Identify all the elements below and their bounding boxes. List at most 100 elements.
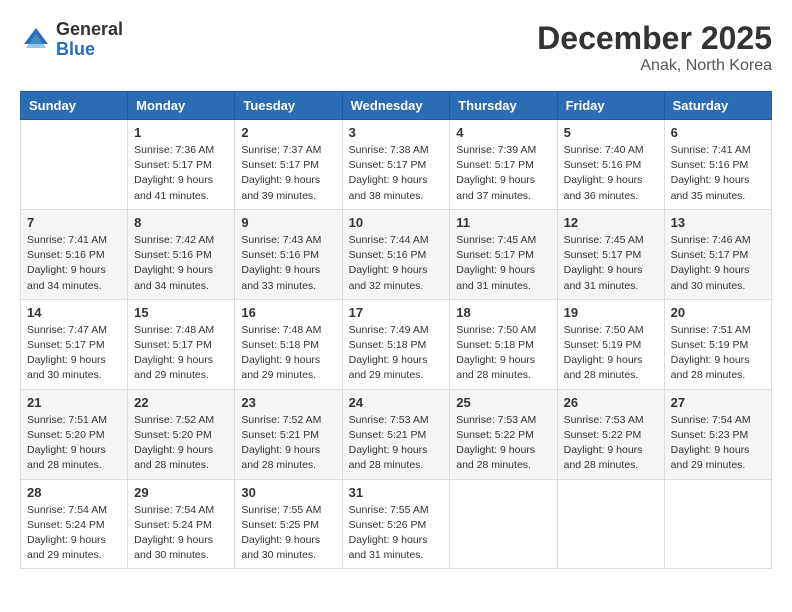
day-info: Sunrise: 7:53 AMSunset: 5:21 PMDaylight:… bbox=[349, 413, 444, 474]
calendar-week-row: 28 Sunrise: 7:54 AMSunset: 5:24 PMDayligh… bbox=[21, 479, 772, 569]
day-info: Sunrise: 7:37 AMSunset: 5:17 PMDaylight:… bbox=[241, 143, 335, 204]
day-info: Sunrise: 7:40 AMSunset: 5:16 PMDaylight:… bbox=[564, 143, 658, 204]
day-info: Sunrise: 7:53 AMSunset: 5:22 PMDaylight:… bbox=[456, 413, 550, 474]
calendar-cell: 12Sunrise: 7:45 AMSunset: 5:17 PMDayligh… bbox=[557, 209, 664, 299]
calendar-cell: 22 Sunrise: 7:52 AMSunset: 5:20 PMDayligh… bbox=[128, 389, 235, 479]
day-info: Sunrise: 7:50 AMSunset: 5:18 PMDaylight:… bbox=[456, 323, 550, 384]
calendar-cell: 3 Sunrise: 7:38 AMSunset: 5:17 PMDaylight… bbox=[342, 120, 450, 210]
day-number: 21 bbox=[27, 395, 121, 410]
calendar-cell: 8 Sunrise: 7:42 AMSunset: 5:16 PMDaylight… bbox=[128, 209, 235, 299]
weekday-header-thursday: Thursday bbox=[450, 92, 557, 120]
weekday-header-monday: Monday bbox=[128, 92, 235, 120]
day-info: Sunrise: 7:49 AMSunset: 5:18 PMDaylight:… bbox=[349, 323, 444, 384]
calendar-week-row: 1 Sunrise: 7:36 AMSunset: 5:17 PMDaylight… bbox=[21, 120, 772, 210]
calendar-cell: 16 Sunrise: 7:48 AMSunset: 5:18 PMDayligh… bbox=[235, 299, 342, 389]
logo-blue-text: Blue bbox=[56, 40, 123, 60]
logo-icon bbox=[20, 24, 52, 56]
calendar-cell: 28 Sunrise: 7:54 AMSunset: 5:24 PMDayligh… bbox=[21, 479, 128, 569]
calendar-cell: 31 Sunrise: 7:55 AMSunset: 5:26 PMDayligh… bbox=[342, 479, 450, 569]
calendar-cell: 1 Sunrise: 7:36 AMSunset: 5:17 PMDaylight… bbox=[128, 120, 235, 210]
day-info: Sunrise: 7:38 AMSunset: 5:17 PMDaylight:… bbox=[349, 143, 444, 204]
day-number: 4 bbox=[456, 125, 550, 140]
calendar-cell: 20Sunrise: 7:51 AMSunset: 5:19 PMDayligh… bbox=[664, 299, 771, 389]
calendar-cell: 21 Sunrise: 7:51 AMSunset: 5:20 PMDayligh… bbox=[21, 389, 128, 479]
calendar-cell bbox=[21, 120, 128, 210]
calendar-cell: 11 Sunrise: 7:45 AMSunset: 5:17 PMDayligh… bbox=[450, 209, 557, 299]
calendar-cell: 26 Sunrise: 7:53 AMSunset: 5:22 PMDayligh… bbox=[557, 389, 664, 479]
day-number: 9 bbox=[241, 215, 335, 230]
day-info: Sunrise: 7:55 AMSunset: 5:26 PMDaylight:… bbox=[349, 503, 444, 564]
day-info: Sunrise: 7:52 AMSunset: 5:20 PMDaylight:… bbox=[134, 413, 228, 474]
day-number: 28 bbox=[27, 485, 121, 500]
calendar-cell bbox=[450, 479, 557, 569]
day-number: 27 bbox=[671, 395, 765, 410]
day-info: Sunrise: 7:48 AMSunset: 5:18 PMDaylight:… bbox=[241, 323, 335, 384]
calendar-cell: 29 Sunrise: 7:54 AMSunset: 5:24 PMDayligh… bbox=[128, 479, 235, 569]
calendar-week-row: 14 Sunrise: 7:47 AMSunset: 5:17 PMDayligh… bbox=[21, 299, 772, 389]
day-number: 29 bbox=[134, 485, 228, 500]
day-number: 30 bbox=[241, 485, 335, 500]
calendar-cell: 30 Sunrise: 7:55 AMSunset: 5:25 PMDayligh… bbox=[235, 479, 342, 569]
day-info: Sunrise: 7:42 AMSunset: 5:16 PMDaylight:… bbox=[134, 233, 228, 294]
day-number: 7 bbox=[27, 215, 121, 230]
day-number: 18 bbox=[456, 305, 550, 320]
day-number: 2 bbox=[241, 125, 335, 140]
day-number: 10 bbox=[349, 215, 444, 230]
day-info: Sunrise: 7:47 AMSunset: 5:17 PMDaylight:… bbox=[27, 323, 121, 384]
calendar-cell: 15 Sunrise: 7:48 AMSunset: 5:17 PMDayligh… bbox=[128, 299, 235, 389]
logo: General Blue bbox=[20, 20, 123, 60]
calendar-cell: 17 Sunrise: 7:49 AMSunset: 5:18 PMDayligh… bbox=[342, 299, 450, 389]
day-info: Sunrise: 7:51 AMSunset: 5:19 PMDaylight:… bbox=[671, 323, 765, 384]
day-number: 15 bbox=[134, 305, 228, 320]
calendar-cell: 19 Sunrise: 7:50 AMSunset: 5:19 PMDayligh… bbox=[557, 299, 664, 389]
day-number: 19 bbox=[564, 305, 658, 320]
calendar-cell: 27Sunrise: 7:54 AMSunset: 5:23 PMDayligh… bbox=[664, 389, 771, 479]
calendar-cell: 4Sunrise: 7:39 AMSunset: 5:17 PMDaylight… bbox=[450, 120, 557, 210]
day-number: 31 bbox=[349, 485, 444, 500]
calendar-cell: 10 Sunrise: 7:44 AMSunset: 5:16 PMDayligh… bbox=[342, 209, 450, 299]
day-info: Sunrise: 7:41 AMSunset: 5:16 PMDaylight:… bbox=[671, 143, 765, 204]
day-info: Sunrise: 7:55 AMSunset: 5:25 PMDaylight:… bbox=[241, 503, 335, 564]
calendar-cell: 13Sunrise: 7:46 AMSunset: 5:17 PMDayligh… bbox=[664, 209, 771, 299]
day-info: Sunrise: 7:45 AMSunset: 5:17 PMDaylight:… bbox=[456, 233, 550, 294]
day-info: Sunrise: 7:53 AMSunset: 5:22 PMDaylight:… bbox=[564, 413, 658, 474]
day-info: Sunrise: 7:50 AMSunset: 5:19 PMDaylight:… bbox=[564, 323, 658, 384]
day-info: Sunrise: 7:44 AMSunset: 5:16 PMDaylight:… bbox=[349, 233, 444, 294]
day-info: Sunrise: 7:51 AMSunset: 5:20 PMDaylight:… bbox=[27, 413, 121, 474]
day-info: Sunrise: 7:36 AMSunset: 5:17 PMDaylight:… bbox=[134, 143, 228, 204]
day-number: 5 bbox=[564, 125, 658, 140]
weekday-header-sunday: Sunday bbox=[21, 92, 128, 120]
calendar-cell: 5 Sunrise: 7:40 AMSunset: 5:16 PMDaylight… bbox=[557, 120, 664, 210]
logo-general-text: General bbox=[56, 20, 123, 40]
day-info: Sunrise: 7:54 AMSunset: 5:24 PMDaylight:… bbox=[27, 503, 121, 564]
calendar-cell: 9Sunrise: 7:43 AMSunset: 5:16 PMDaylight… bbox=[235, 209, 342, 299]
day-number: 25 bbox=[456, 395, 550, 410]
weekday-header-tuesday: Tuesday bbox=[235, 92, 342, 120]
day-number: 1 bbox=[134, 125, 228, 140]
calendar-cell: 23Sunrise: 7:52 AMSunset: 5:21 PMDayligh… bbox=[235, 389, 342, 479]
day-number: 11 bbox=[456, 215, 550, 230]
calendar-cell: 18 Sunrise: 7:50 AMSunset: 5:18 PMDayligh… bbox=[450, 299, 557, 389]
day-number: 17 bbox=[349, 305, 444, 320]
day-number: 22 bbox=[134, 395, 228, 410]
day-info: Sunrise: 7:41 AMSunset: 5:16 PMDaylight:… bbox=[27, 233, 121, 294]
day-number: 26 bbox=[564, 395, 658, 410]
calendar-table: SundayMondayTuesdayWednesdayThursdayFrid… bbox=[20, 91, 772, 569]
day-number: 16 bbox=[241, 305, 335, 320]
day-info: Sunrise: 7:54 AMSunset: 5:24 PMDaylight:… bbox=[134, 503, 228, 564]
weekday-header-wednesday: Wednesday bbox=[342, 92, 450, 120]
calendar-cell: 7 Sunrise: 7:41 AMSunset: 5:16 PMDaylight… bbox=[21, 209, 128, 299]
day-info: Sunrise: 7:46 AMSunset: 5:17 PMDaylight:… bbox=[671, 233, 765, 294]
day-number: 23 bbox=[241, 395, 335, 410]
location-subtitle: Anak, North Korea bbox=[537, 57, 772, 75]
day-number: 24 bbox=[349, 395, 444, 410]
day-info: Sunrise: 7:45 AMSunset: 5:17 PMDaylight:… bbox=[564, 233, 658, 294]
calendar-cell bbox=[557, 479, 664, 569]
calendar-cell: 25 Sunrise: 7:53 AMSunset: 5:22 PMDayligh… bbox=[450, 389, 557, 479]
day-number: 14 bbox=[27, 305, 121, 320]
day-number: 3 bbox=[349, 125, 444, 140]
calendar-week-row: 7 Sunrise: 7:41 AMSunset: 5:16 PMDaylight… bbox=[21, 209, 772, 299]
day-info: Sunrise: 7:48 AMSunset: 5:17 PMDaylight:… bbox=[134, 323, 228, 384]
day-number: 8 bbox=[134, 215, 228, 230]
weekday-header-friday: Friday bbox=[557, 92, 664, 120]
